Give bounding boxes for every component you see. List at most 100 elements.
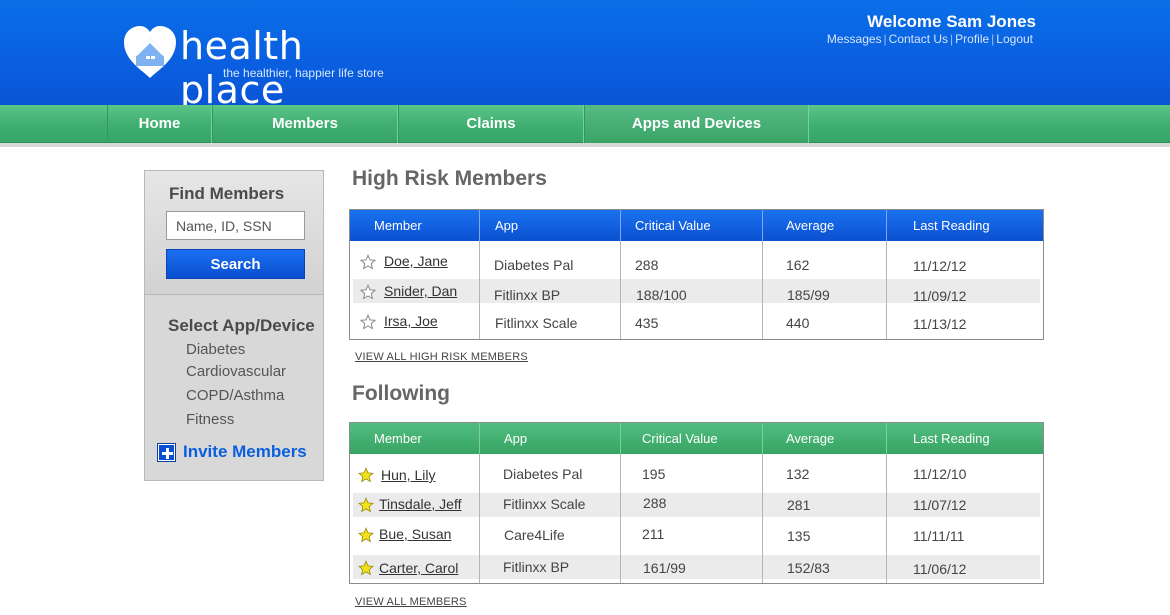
link-separator: | (883, 32, 887, 46)
column-divider (479, 241, 480, 339)
star-outline-icon[interactable] (360, 284, 376, 300)
column-divider (620, 241, 621, 339)
column-divider (479, 210, 480, 241)
app-cell: Care4Life (504, 527, 565, 543)
last-reading-cell: 11/09/12 (913, 288, 967, 304)
star-outline-icon[interactable] (360, 254, 376, 270)
column-divider (886, 241, 887, 339)
member-link[interactable]: Doe, Jane (384, 253, 448, 269)
column-app[interactable]: App (495, 210, 518, 241)
view-all-high-risk-link[interactable]: VIEW ALL HIGH RISK MEMBERS (355, 351, 528, 363)
high-risk-title: High Risk Members (352, 167, 547, 190)
app-cell: Diabetes Pal (494, 257, 574, 273)
column-member[interactable]: Member (374, 423, 422, 454)
column-divider (479, 423, 480, 454)
device-diabetes[interactable]: Diabetes (186, 341, 245, 358)
average-cell: 132 (786, 466, 810, 482)
column-average[interactable]: Average (786, 423, 834, 454)
column-divider (620, 210, 621, 241)
critical-value-cell: 288 (643, 495, 667, 511)
logo[interactable]: health place the healthier, happier life… (122, 24, 402, 112)
sidebar: Find Members Search Select App/Device Di… (144, 170, 324, 481)
find-members-title: Find Members (169, 184, 285, 203)
member-link[interactable]: Tinsdale, Jeff (379, 496, 462, 512)
logout-link[interactable]: Logout (996, 32, 1033, 46)
column-average[interactable]: Average (786, 210, 834, 241)
app-cell: Fitlinxx Scale (495, 315, 578, 331)
search-button[interactable]: Search (166, 249, 305, 279)
top-links: Messages | Contact Us | Profile | Logout (827, 32, 1033, 46)
critical-value-cell: 195 (642, 466, 666, 482)
last-reading-cell: 11/06/12 (913, 561, 967, 577)
profile-link[interactable]: Profile (955, 32, 989, 46)
star-filled-icon[interactable] (358, 560, 374, 576)
column-divider (886, 454, 887, 583)
header-bar: health place the healthier, happier life… (0, 0, 1170, 112)
column-critical-value[interactable]: Critical Value (642, 423, 718, 454)
nav-divider (0, 143, 1170, 147)
average-cell: 135 (787, 528, 811, 544)
column-divider (762, 210, 763, 241)
link-separator: | (991, 32, 995, 46)
app-cell: Fitlinxx BP (503, 559, 570, 575)
welcome-text: Welcome Sam Jones (867, 12, 1036, 31)
member-search-input[interactable] (166, 211, 305, 240)
column-app[interactable]: App (504, 423, 527, 454)
app-cell: Fitlinxx BP (494, 287, 561, 303)
star-filled-icon[interactable] (358, 497, 374, 513)
critical-value-cell: 211 (642, 526, 665, 542)
last-reading-cell: 11/07/12 (913, 497, 967, 513)
average-cell: 162 (786, 257, 810, 273)
average-cell: 152/83 (787, 560, 830, 576)
star-outline-icon[interactable] (360, 314, 376, 330)
column-divider (886, 423, 887, 454)
column-member[interactable]: Member (374, 210, 422, 241)
app-cell: Diabetes Pal (503, 466, 583, 482)
view-all-members-link[interactable]: VIEW ALL MEMBERS (355, 596, 467, 608)
critical-value-cell: 161/99 (643, 560, 686, 576)
contact-us-link[interactable]: Contact Us (889, 32, 948, 46)
nav-claims[interactable]: Claims (398, 105, 584, 143)
column-divider (762, 241, 763, 339)
column-critical-value[interactable]: Critical Value (635, 210, 711, 241)
high-risk-table: Member App Critical Value Average Last R… (349, 209, 1044, 340)
last-reading-cell: 11/12/10 (913, 466, 967, 482)
star-filled-icon[interactable] (358, 527, 374, 543)
heart-house-icon (124, 26, 176, 78)
critical-value-cell: 288 (635, 257, 659, 273)
device-cardiovascular[interactable]: Cardiovascular (186, 363, 286, 380)
app-tagline: the healthier, happier life store (223, 66, 384, 80)
following-title: Following (352, 382, 450, 405)
member-link[interactable]: Irsa, Joe (384, 313, 438, 329)
member-link[interactable]: Carter, Carol (379, 560, 458, 576)
column-divider (762, 454, 763, 583)
last-reading-cell: 11/11/11 (913, 528, 965, 544)
member-link[interactable]: Snider, Dan (384, 283, 457, 299)
plus-icon (158, 444, 175, 461)
select-app-device-title: Select App/Device (168, 316, 315, 335)
messages-link[interactable]: Messages (827, 32, 882, 46)
following-table: Member App Critical Value Average Last R… (349, 422, 1044, 584)
member-link[interactable]: Bue, Susan (379, 526, 451, 542)
high-risk-table-header: Member App Critical Value Average Last R… (350, 210, 1043, 241)
main-nav: Home Members Claims Apps and Devices (0, 105, 1170, 143)
device-copd-asthma[interactable]: COPD/Asthma (186, 387, 284, 404)
column-divider (620, 454, 621, 583)
column-divider (620, 423, 621, 454)
column-last-reading[interactable]: Last Reading (913, 210, 990, 241)
column-divider (886, 210, 887, 241)
average-cell: 440 (786, 315, 810, 331)
column-last-reading[interactable]: Last Reading (913, 423, 990, 454)
app-cell: Fitlinxx Scale (503, 496, 586, 512)
star-filled-icon[interactable] (358, 467, 374, 483)
column-divider (479, 454, 480, 583)
critical-value-cell: 188/100 (636, 287, 687, 303)
average-cell: 185/99 (787, 287, 830, 303)
nav-home[interactable]: Home (107, 105, 212, 143)
member-link[interactable]: Hun, Lily (381, 467, 435, 483)
device-fitness[interactable]: Fitness (186, 411, 234, 428)
nav-members[interactable]: Members (212, 105, 398, 143)
column-divider (762, 423, 763, 454)
nav-apps-and-devices[interactable]: Apps and Devices (584, 105, 809, 143)
following-table-header: Member App Critical Value Average Last R… (350, 423, 1043, 454)
